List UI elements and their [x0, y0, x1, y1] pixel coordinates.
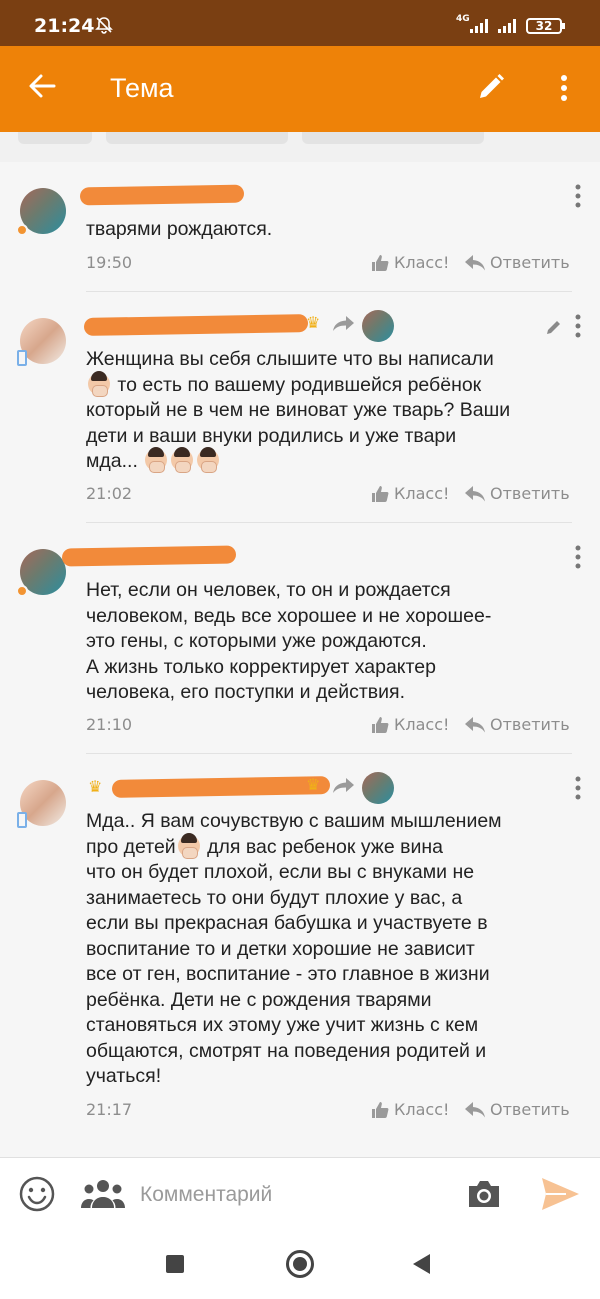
- comment-time: 21:17: [86, 1100, 133, 1119]
- pencil-edit-icon[interactable]: [545, 318, 563, 336]
- signal-icon-sim2: [498, 19, 518, 33]
- thumbs-up-icon[interactable]: [371, 1101, 389, 1119]
- camera-icon[interactable]: [466, 1178, 502, 1210]
- like-button[interactable]: Класс!: [394, 715, 449, 734]
- home-icon[interactable]: [286, 1250, 314, 1278]
- like-button[interactable]: Класс!: [394, 253, 449, 272]
- facepalm-emoji-icon: [145, 447, 168, 473]
- bell-muted-icon: [94, 15, 114, 40]
- divider: [86, 522, 572, 523]
- mobile-device-icon: [17, 350, 27, 366]
- mobile-device-icon: [17, 812, 27, 828]
- online-status-dot: [16, 224, 28, 236]
- reply-to-avatar[interactable]: [362, 310, 394, 342]
- battery-indicator: 32: [526, 18, 565, 34]
- more-vertical-icon[interactable]: [570, 184, 586, 210]
- comment-text: тварями рождаются.: [86, 218, 273, 240]
- reply-button[interactable]: Ответить: [490, 1100, 570, 1119]
- smiley-icon[interactable]: [18, 1175, 56, 1213]
- divider: [86, 753, 572, 754]
- comment-text-line: то есть по вашему родившейся ребёнок: [112, 373, 482, 396]
- more-vertical-icon[interactable]: [554, 74, 574, 102]
- thumbs-up-icon[interactable]: [371, 485, 389, 503]
- reply-icon[interactable]: [464, 254, 486, 272]
- reply-icon[interactable]: [464, 716, 486, 734]
- more-vertical-icon[interactable]: [570, 776, 586, 802]
- thumbs-up-icon[interactable]: [371, 716, 389, 734]
- comment-text-line: мда...: [86, 450, 138, 472]
- comment-input-bar: [0, 1157, 600, 1229]
- like-button[interactable]: Класс!: [394, 484, 449, 503]
- reply-button[interactable]: Ответить: [490, 715, 570, 734]
- reply-to-avatar[interactable]: [362, 772, 394, 804]
- comment-time: 21:02: [86, 484, 133, 503]
- author-name-redacted[interactable]: [61, 545, 237, 567]
- online-status-dot: [16, 585, 28, 597]
- divider: [86, 291, 572, 292]
- toolbar-peek: [0, 132, 600, 146]
- more-vertical-icon[interactable]: [570, 545, 586, 571]
- comment-text-line: Мда.. Я вам сочувствую с вашим мышлением: [86, 810, 502, 832]
- comment-text: Мда.. Я вам сочувствую с вашим мышлением…: [86, 809, 566, 1090]
- nav-back-icon[interactable]: [413, 1254, 430, 1274]
- comment-text-line: про детей: [86, 835, 176, 858]
- facepalm-emoji-icon: [177, 832, 200, 859]
- reply-to-arrow-icon: [332, 776, 356, 796]
- reply-icon[interactable]: [464, 485, 486, 503]
- comment-text-line: который не в чем не виноват уже тварь? В…: [86, 399, 511, 421]
- facepalm-emoji-icon: [88, 370, 110, 397]
- crown-icon: ♛: [88, 777, 103, 796]
- reply-to-arrow-icon: [332, 314, 356, 334]
- crown-icon: ♛: [306, 313, 321, 332]
- comment-input[interactable]: [140, 1178, 440, 1212]
- comments-feed[interactable]: тварями рождаются. 19:50 Класс! Ответить…: [0, 162, 600, 1157]
- send-icon[interactable]: [540, 1176, 580, 1212]
- facepalm-emoji-icon: [197, 447, 220, 473]
- app-bar: Тема: [0, 46, 600, 132]
- page-title: Тема: [110, 73, 174, 103]
- comment-time: 21:10: [86, 715, 133, 734]
- network-type: 4G: [456, 14, 470, 24]
- crown-icon: ♛: [306, 775, 321, 794]
- comment-time: 19:50: [86, 253, 133, 272]
- author-name-redacted[interactable]: [79, 184, 245, 206]
- recent-apps-icon[interactable]: [166, 1255, 184, 1273]
- status-bar: 21:24 4G 32: [0, 0, 600, 46]
- comment-text: Женщина вы себя слышите что вы написали …: [86, 347, 566, 475]
- comment-text-line: для вас ребенок уже вина: [201, 835, 443, 858]
- comment-text-line: дети и ваши внуки родились и уже твари: [86, 424, 457, 447]
- pencil-edit-icon[interactable]: [476, 72, 506, 102]
- reply-icon[interactable]: [464, 1101, 486, 1119]
- thumbs-up-icon[interactable]: [371, 254, 389, 272]
- like-button[interactable]: Класс!: [394, 1100, 449, 1119]
- author-name-redacted[interactable]: [83, 314, 309, 336]
- reply-button[interactable]: Ответить: [490, 253, 570, 272]
- reply-button[interactable]: Ответить: [490, 484, 570, 503]
- comment-text-line: Женщина вы себя слышите что вы написали: [86, 348, 494, 370]
- signal-icon: [470, 19, 490, 33]
- back-arrow-icon[interactable]: [26, 70, 58, 102]
- comment-text: Нет, если он человек, то он и рождается …: [86, 579, 492, 703]
- facepalm-emoji-icon: [171, 447, 194, 473]
- status-time: 21:24: [34, 15, 95, 37]
- author-name-redacted[interactable]: [111, 776, 331, 798]
- comment-text-line: что он будет плохой, если вы с внуками н…: [86, 861, 490, 1087]
- more-vertical-icon[interactable]: [570, 314, 586, 340]
- system-nav-bar: [0, 1229, 600, 1299]
- people-icon[interactable]: [80, 1178, 126, 1210]
